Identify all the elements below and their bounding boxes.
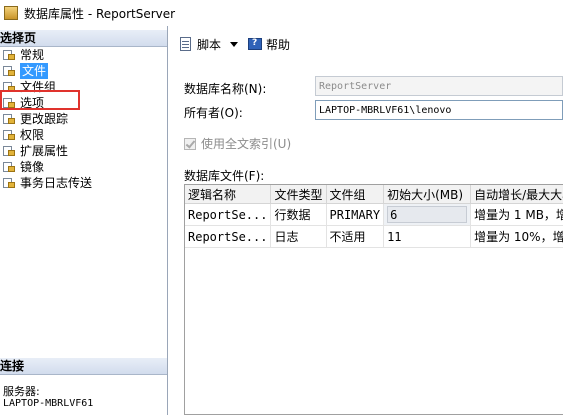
page-item[interactable]: 文件 bbox=[0, 63, 167, 79]
col-header-initial-size[interactable]: 初始大小(MB) bbox=[383, 185, 472, 204]
page-item-label: 文件 bbox=[20, 63, 49, 79]
page-item-label: 常规 bbox=[20, 48, 45, 62]
property-page-icon bbox=[2, 65, 16, 77]
table-row[interactable]: ReportSe... 日志 不适用 11 增量为 10%，增长无限制 bbox=[185, 225, 563, 248]
server-label: 服务器: bbox=[3, 385, 40, 398]
page-item[interactable]: 事务日志传送 bbox=[0, 175, 167, 191]
window-title: 数据库属性 - ReportServer bbox=[24, 6, 176, 21]
db-files-grid: 逻辑名称 文件类型 文件组 初始大小(MB) 自动增长/最大大小 ReportS… bbox=[184, 184, 563, 415]
cell-autogrowth[interactable]: 增量为 1 MB，增长无限制 bbox=[470, 203, 563, 226]
help-button[interactable]: ? 帮助 bbox=[244, 33, 293, 55]
page-item[interactable]: 镜像 bbox=[0, 159, 167, 175]
script-dropdown-arrow-icon[interactable] bbox=[230, 41, 239, 47]
help-icon: ? bbox=[247, 36, 263, 52]
property-page-icon bbox=[2, 113, 16, 125]
db-name-field: ReportServer bbox=[315, 76, 563, 96]
col-header-autogrowth[interactable]: 自动增长/最大大小 bbox=[470, 185, 563, 204]
cell-initial-size[interactable]: 6 bbox=[383, 203, 472, 226]
initial-size-input[interactable]: 6 bbox=[387, 206, 468, 223]
col-header-filegroup[interactable]: 文件组 bbox=[326, 185, 385, 204]
db-files-table: 逻辑名称 文件类型 文件组 初始大小(MB) 自动增长/最大大小 ReportS… bbox=[185, 185, 563, 248]
property-page-icon bbox=[2, 161, 16, 173]
property-page-icon bbox=[2, 177, 16, 189]
select-page-header: 选择页 bbox=[0, 30, 167, 47]
cell-file-type: 行数据 bbox=[270, 203, 327, 226]
page-item-label: 事务日志传送 bbox=[20, 176, 93, 190]
highlight-box bbox=[0, 90, 80, 110]
script-icon bbox=[178, 36, 194, 52]
script-button-label: 脚本 bbox=[197, 37, 222, 52]
col-header-logical-name[interactable]: 逻辑名称 bbox=[185, 185, 272, 204]
col-header-file-type[interactable]: 文件类型 bbox=[270, 185, 327, 204]
page-list: 常规 文件 文件组 选项 更改跟踪 权限 扩展属性 镜像 事务日志传送 bbox=[0, 47, 167, 191]
cell-filegroup[interactable]: PRIMARY bbox=[326, 203, 385, 226]
fulltext-label: 使用全文索引(U) bbox=[201, 137, 292, 151]
db-name-label: 数据库名称(N): bbox=[184, 82, 267, 96]
fulltext-checkbox bbox=[184, 137, 196, 150]
server-value: LAPTOP-MBRLVF61 bbox=[3, 398, 94, 409]
page-item-label: 权限 bbox=[20, 128, 45, 142]
property-page-icon bbox=[2, 145, 16, 157]
cell-autogrowth[interactable]: 增量为 10%，增长无限制 bbox=[470, 225, 563, 248]
cell-logical-name[interactable]: ReportSe... bbox=[185, 203, 272, 226]
script-button[interactable]: 脚本 bbox=[175, 33, 224, 55]
help-button-label: 帮助 bbox=[266, 37, 291, 52]
db-files-label: 数据库文件(F): bbox=[184, 169, 265, 183]
fulltext-checkbox-row: 使用全文索引(U) bbox=[184, 135, 291, 152]
owner-field[interactable]: LAPTOP-MBRLVF61\lenovo bbox=[315, 100, 563, 120]
cell-filegroup: 不适用 bbox=[326, 225, 385, 248]
page-item-label: 更改跟踪 bbox=[20, 112, 69, 126]
owner-label: 所有者(O): bbox=[184, 106, 243, 120]
cell-initial-size[interactable]: 11 bbox=[383, 225, 472, 248]
table-row[interactable]: ReportSe... 行数据 PRIMARY 6 增量为 1 MB，增长无限制 bbox=[185, 203, 563, 226]
property-page-icon bbox=[2, 129, 16, 141]
window-titlebar: 数据库属性 - ReportServer bbox=[0, 0, 563, 26]
property-page-icon bbox=[2, 49, 16, 61]
page-item[interactable]: 更改跟踪 bbox=[0, 111, 167, 127]
page-item-label: 镜像 bbox=[20, 160, 45, 174]
right-pane: 脚本 ? 帮助 数据库名称(N): ReportServer 所有者(O): L… bbox=[169, 26, 563, 415]
connection-info: 服务器: LAPTOP-MBRLVF61 bbox=[3, 386, 93, 410]
page-item[interactable]: 常规 bbox=[0, 47, 167, 63]
page-item[interactable]: 扩展属性 bbox=[0, 143, 167, 159]
connection-header: 连接 bbox=[0, 358, 167, 375]
grid-header-row: 逻辑名称 文件类型 文件组 初始大小(MB) 自动增长/最大大小 bbox=[185, 185, 563, 204]
cell-file-type: 日志 bbox=[270, 225, 327, 248]
page-item[interactable]: 权限 bbox=[0, 127, 167, 143]
cell-logical-name[interactable]: ReportSe... bbox=[185, 225, 272, 248]
database-icon bbox=[4, 6, 18, 20]
left-pane: 选择页 常规 文件 文件组 选项 更改跟踪 权限 扩展属性 镜像 事务日志传送 连接 服务器: … bbox=[0, 26, 168, 415]
page-item-label: 扩展属性 bbox=[20, 144, 69, 158]
toolbar: 脚本 ? 帮助 bbox=[169, 26, 563, 62]
